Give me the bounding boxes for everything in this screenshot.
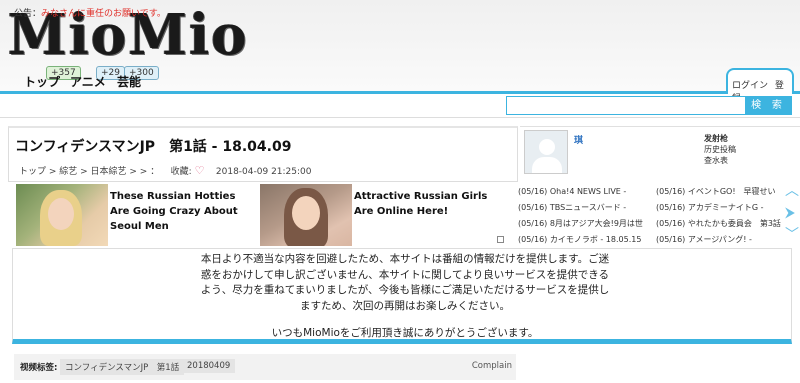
search-input[interactable] — [506, 96, 746, 115]
heart-icon[interactable]: ♡ — [195, 164, 205, 177]
tag-bar: 视频标签: コンフィデンスマンJP 第1話 20180409 Complain — [14, 354, 516, 380]
video-title: コンフィデンスマンJP 第1話 - 18.04.09 — [15, 139, 292, 155]
breadcrumb: トップ > 綜艺 > 日本綜艺 > > ： 收藏: ♡ 2018-04-09 2… — [19, 164, 312, 177]
share-icon[interactable]: ⮞ — [785, 202, 800, 224]
nav-item-top[interactable]: トップ — [24, 73, 60, 90]
account-tab: ログイン 登録 — [726, 68, 794, 104]
ad-title-2[interactable]: Attractive Russian Girls Are Online Here… — [354, 189, 494, 219]
side-link[interactable]: 查水表 — [704, 155, 736, 166]
avatar-head-shape — [539, 139, 555, 155]
search-button[interactable]: 検 索 — [745, 96, 792, 115]
notice: 公告：みなさんに重任のお願いです。 — [14, 6, 166, 19]
news-item[interactable]: (05/16) Oha!4 NEWS LIVE - — [518, 184, 652, 200]
favorite-label: 收藏: — [170, 167, 192, 177]
news-item[interactable]: (05/16) 8月はアジア大会!9月は世 — [518, 216, 652, 232]
tag-label: 视频标签: — [20, 363, 58, 373]
nav-item-anime[interactable]: アニメ — [70, 73, 106, 90]
publish-date: 2018-04-09 21:25:00 — [215, 167, 312, 177]
breadcrumb-path[interactable]: トップ > 綜艺 > 日本綜艺 > > ： — [19, 167, 159, 177]
nav-item-entertainment[interactable]: 芸能 — [117, 73, 141, 90]
news-item[interactable]: (05/16) イベントGO! 早寝せい — [656, 184, 782, 200]
news-item[interactable]: (05/16) TBSニュースバード - — [518, 200, 652, 216]
news-item[interactable]: (05/16) やれたかも委員会 第3話 — [656, 216, 782, 232]
notice-prefix: 公告： — [14, 9, 42, 19]
avatar[interactable] — [524, 130, 568, 174]
news-item[interactable]: (05/16) アメージパング! - — [656, 232, 782, 248]
floating-controls: ︿ ⮞ ﹀ — [785, 180, 800, 250]
tag-item[interactable]: コンフィデンスマンJP 第1話 — [60, 359, 185, 375]
ad-face-shape — [48, 198, 74, 230]
ad-face-shape — [292, 196, 320, 230]
avatar-body-shape — [532, 157, 562, 173]
news-list-right: (05/16) イベントGO! 早寝せい (05/16) アカデミーナイトG -… — [656, 184, 782, 248]
side-link[interactable]: 历史投稿 — [704, 144, 736, 155]
closure-message: 本日より不適当な内容を回避したため、本サイトは番組の情報だけを提供します。ご迷惑… — [200, 253, 610, 312]
news-item[interactable]: (05/16) アカデミーナイトG - — [656, 200, 782, 216]
tag-item[interactable]: 20180409 — [182, 359, 236, 373]
ad-title-1[interactable]: These Russian Hotties Are Going Crazy Ab… — [110, 189, 258, 234]
side-links: 发射枪 历史投稿 查水表 — [704, 133, 736, 166]
ad-image-1[interactable] — [16, 184, 108, 246]
news-list-left: (05/16) Oha!4 NEWS LIVE - (05/16) TBSニュー… — [518, 184, 652, 248]
scroll-up-icon[interactable]: ︿ — [785, 180, 800, 202]
news-item[interactable]: (05/16) カイモノラボ - 18.05.15 — [518, 232, 652, 248]
video-info-box: コンフィデンスマンJP 第1話 - 18.04.09 トップ > 綜艺 > 日本… — [8, 126, 518, 182]
notice-text[interactable]: みなさんに重任のお願いです。 — [41, 9, 166, 19]
side-link[interactable]: 发射枪 — [704, 133, 736, 144]
ad-image-2[interactable] — [260, 184, 352, 246]
adchoices-icon[interactable] — [497, 236, 504, 243]
login-link[interactable]: ログイン — [732, 81, 768, 91]
thanks-message: いつもMioMioをご利用頂き誠にありがとうございます。 — [271, 327, 539, 339]
uploader-name[interactable]: 琪 — [574, 133, 583, 146]
scroll-down-icon[interactable]: ﹀ — [785, 224, 800, 246]
complain-link[interactable]: Complain — [472, 361, 512, 371]
